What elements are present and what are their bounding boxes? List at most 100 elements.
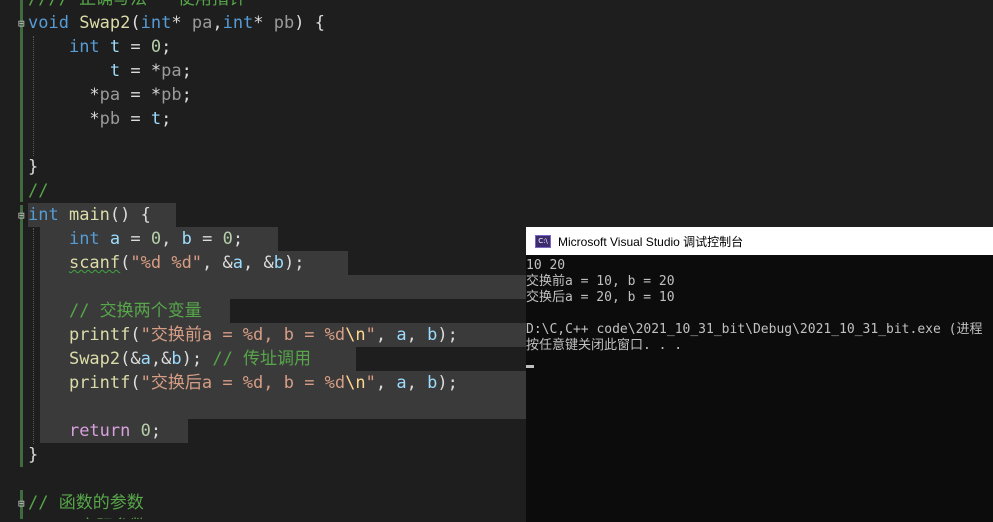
code-line[interactable]: // [28,179,48,203]
code-line[interactable]: scanf("%d %d", &a, &b); [28,251,305,275]
code-token: main [68,205,110,225]
code-token: ( [130,13,141,33]
code-token: a [140,349,151,369]
console-output-line: 10 20 [526,258,566,273]
console-app-icon: C:\ [535,234,551,248]
code-token: = [120,109,151,129]
code-token: t [109,37,121,57]
code-token: ; [181,61,192,81]
code-token: a [396,325,407,345]
code-token: } [28,445,39,465]
console-output-line: 交换后a = 20, b = 10 [526,290,675,305]
code-token: a [232,253,244,273]
code-token: ( [130,325,141,345]
line-highlight [40,395,526,419]
code-token: t [150,109,162,129]
code-line[interactable]: } [28,443,38,467]
collapse-icon[interactable]: ⊟ [18,497,25,510]
code-token: int [222,13,254,33]
code-token: () { [109,205,151,225]
code-line[interactable]: int main() { [28,203,151,227]
code-line[interactable]: // 函数的参数 [28,491,144,515]
code-token: a [109,229,121,249]
code-token: b [273,253,284,273]
code-line[interactable]: Swap2(&a,&b); // 传址调用 [28,347,311,371]
code-token: // [28,181,49,201]
code-token: = [120,37,151,57]
code-token: int [68,229,100,249]
code-line[interactable]: int t = 0; [28,35,171,59]
code-line[interactable]: *pa = *pb; [28,83,191,107]
code-token: * [171,13,192,33]
code-line[interactable]: int a = 0, b = 0; [28,227,243,251]
code-token: ; [161,109,172,129]
code-line[interactable]: printf("交换前a = %d, b = %d\n", a, b); [28,323,458,347]
code-token: int [28,205,59,225]
code-line[interactable]: // 交换两个变量 [28,299,202,323]
code-token: pa [191,13,213,33]
code-token: printf [68,373,131,393]
code-token: ); [181,349,213,369]
code-line[interactable]: *pb = t; [28,107,171,131]
code-token: , [406,325,428,345]
code-token: (& [120,349,141,369]
collapse-icon[interactable]: ⊟ [18,209,25,222]
code-token: // 传址调用 [212,349,312,369]
code-token: 0 [222,229,233,249]
code-token: b [171,349,182,369]
code-token: Swap2 [68,349,121,369]
code-line[interactable]: } [28,155,38,179]
console-output[interactable]: 10 20 交换前a = 10, b = 20 交换后a = 20, b = 10 D… [526,258,993,354]
code-token: , [406,373,428,393]
code-token: * [28,109,100,129]
code-line[interactable]: //// 正确写法 使用指针 [28,0,246,11]
code-token: pb [161,85,182,105]
code-token: ; [150,421,162,441]
code-token: a [396,373,407,393]
line-highlight [40,275,526,299]
code-token: ; [232,229,244,249]
change-marker [20,205,23,467]
debug-console-window[interactable]: C:\ Microsoft Visual Studio 调试控制台 10 20 交… [526,227,993,522]
code-token: , & [243,253,274,273]
code-line[interactable]: // 1.实际参数 [28,515,147,519]
code-line[interactable]: void Swap2(int* pa,int* pb) { [28,11,325,35]
code-token: 0 [140,421,151,441]
code-token: t [109,61,121,81]
code-token: ); [437,373,458,393]
code-token: \n [345,325,366,345]
code-token: , [161,229,182,249]
code-token: " [365,325,376,345]
code-token: b [181,229,192,249]
code-token: = * [120,61,162,81]
code-line[interactable]: t = *pa; [28,59,192,83]
collapse-icon[interactable]: ⊟ [18,17,25,30]
console-titlebar[interactable]: C:\ Microsoft Visual Studio 调试控制台 [526,227,993,255]
code-token: b [427,373,438,393]
code-token: = [191,229,223,249]
code-line[interactable]: return 0; [28,419,161,443]
code-token: * [28,85,100,105]
code-token: scanf [68,253,121,273]
code-token: , & [202,253,233,273]
code-token: // 函数的参数 [28,493,144,513]
code-token: = [120,229,151,249]
code-token: //// 正确写法 使用指针 [28,0,246,9]
code-token: int [68,37,100,57]
console-output-line: 交换前a = 10, b = 20 [526,274,675,289]
code-token: // 交换两个变量 [68,301,202,321]
code-token: = * [120,85,162,105]
code-token: , [375,325,397,345]
code-line[interactable]: printf("交换后a = %d, b = %d\n", a, b); [28,371,458,395]
code-token: pa [161,61,182,81]
